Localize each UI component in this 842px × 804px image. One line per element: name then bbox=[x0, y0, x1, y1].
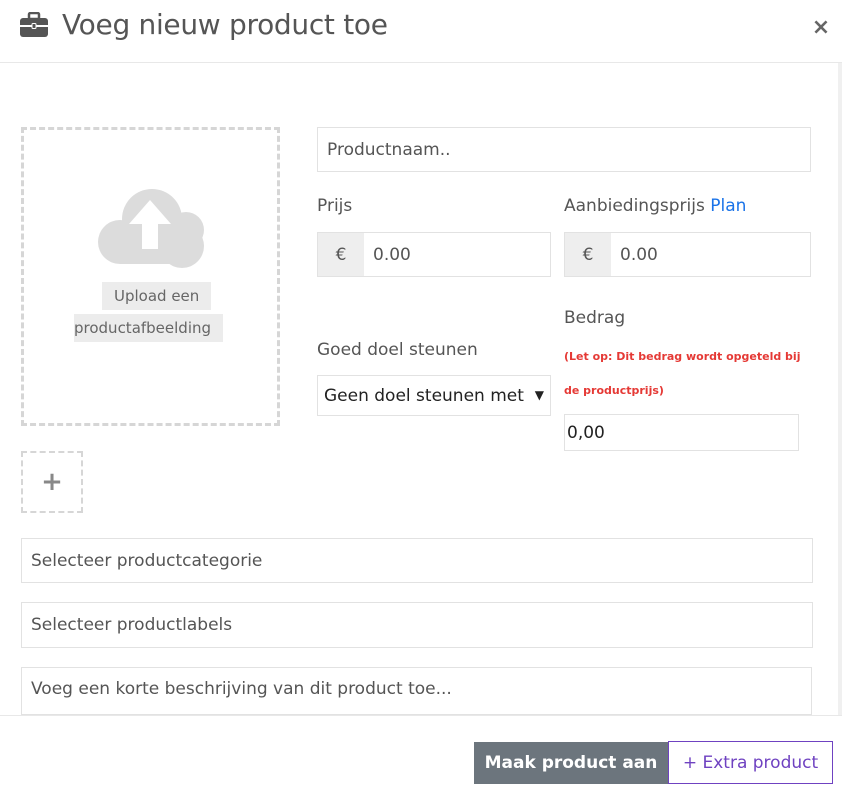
product-name-input[interactable]: Productnaam.. bbox=[317, 127, 811, 172]
briefcase-icon bbox=[20, 12, 48, 37]
modal-title: Voeg nieuw product toe bbox=[62, 8, 388, 41]
charity-select-value: Geen doel steunen met bbox=[324, 385, 524, 406]
offer-price-label-text: Aanbiedingsprijs bbox=[564, 196, 705, 216]
plan-link[interactable]: Plan bbox=[710, 196, 746, 216]
scrollbar[interactable] bbox=[838, 63, 842, 715]
cloud-upload-icon bbox=[98, 189, 204, 268]
amount-warning: (Let op: Dit bedrag wordt opgeteld bij d… bbox=[564, 350, 801, 397]
offer-price-label: Aanbiedingsprijs Plan bbox=[564, 196, 746, 216]
caret-down-icon: ▼ bbox=[534, 388, 544, 402]
close-button[interactable]: × bbox=[810, 15, 832, 40]
modal-footer: Maak product aan + Extra product bbox=[0, 715, 842, 804]
amount-input[interactable]: 0,00 bbox=[564, 414, 799, 451]
charity-select[interactable]: Geen doel steunen met ▼ bbox=[317, 375, 551, 416]
price-input-group: € 0.00 bbox=[317, 232, 551, 277]
category-select[interactable]: Selecteer productcategorie bbox=[21, 538, 813, 583]
price-input[interactable]: 0.00 bbox=[364, 233, 550, 276]
offer-price-input[interactable]: 0.00 bbox=[611, 233, 810, 276]
add-image-button[interactable]: + bbox=[21, 451, 83, 513]
price-currency-addon: € bbox=[318, 233, 364, 276]
offer-currency-addon: € bbox=[565, 233, 611, 276]
price-label: Prijs bbox=[317, 196, 353, 216]
create-product-button[interactable]: Maak product aan bbox=[474, 742, 668, 784]
upload-text-line2: productafbeelding bbox=[74, 314, 224, 342]
modal-header: Voeg nieuw product toe × bbox=[0, 0, 842, 63]
description-textarea[interactable]: Voeg een korte beschrijving van dit prod… bbox=[21, 667, 812, 715]
offer-price-input-group: € 0.00 bbox=[564, 232, 811, 277]
extra-product-button[interactable]: + Extra product bbox=[668, 741, 833, 784]
upload-text-line1: Upload een bbox=[102, 282, 212, 310]
labels-select[interactable]: Selecteer productlabels bbox=[21, 602, 813, 648]
amount-label: Bedrag bbox=[564, 308, 626, 328]
image-upload-dropzone[interactable]: Upload een productafbeelding bbox=[21, 127, 280, 426]
charity-label: Goed doel steunen bbox=[317, 340, 478, 360]
